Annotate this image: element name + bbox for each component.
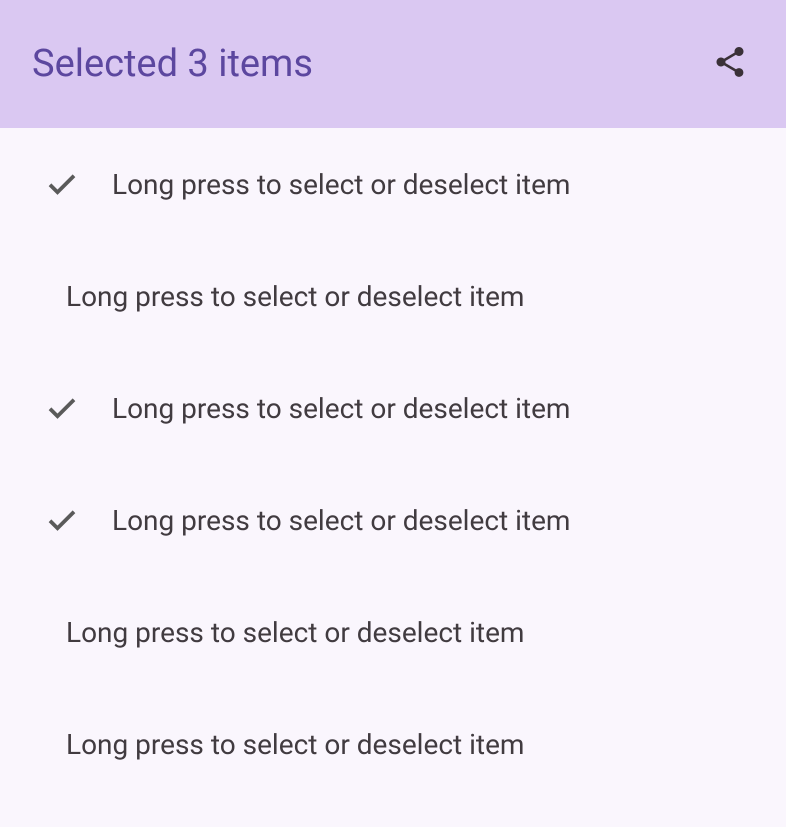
- share-icon: [712, 44, 748, 84]
- list-item-label: Long press to select or deselect item: [112, 504, 570, 537]
- list-item-label: Long press to select or deselect item: [112, 168, 570, 201]
- list-item-label: Long press to select or deselect item: [112, 392, 570, 425]
- list-item[interactable]: Long press to select or deselect item: [0, 240, 786, 352]
- list-item-label: Long press to select or deselect item: [66, 616, 524, 649]
- list-item[interactable]: Long press to select or deselect item: [0, 128, 786, 240]
- list-item[interactable]: Long press to select or deselect item: [0, 464, 786, 576]
- list-item-label: Long press to select or deselect item: [66, 728, 524, 761]
- check-icon: [44, 502, 112, 538]
- page-title: Selected 3 items: [32, 42, 313, 86]
- list-item-label: Long press to select or deselect item: [66, 280, 524, 313]
- share-button[interactable]: [706, 40, 754, 88]
- item-list: Long press to select or deselect item Lo…: [0, 128, 786, 800]
- check-icon: [44, 166, 112, 202]
- list-item[interactable]: Long press to select or deselect item: [0, 688, 786, 800]
- list-item[interactable]: Long press to select or deselect item: [0, 576, 786, 688]
- list-item[interactable]: Long press to select or deselect item: [0, 352, 786, 464]
- app-header: Selected 3 items: [0, 0, 786, 128]
- check-icon: [44, 390, 112, 426]
